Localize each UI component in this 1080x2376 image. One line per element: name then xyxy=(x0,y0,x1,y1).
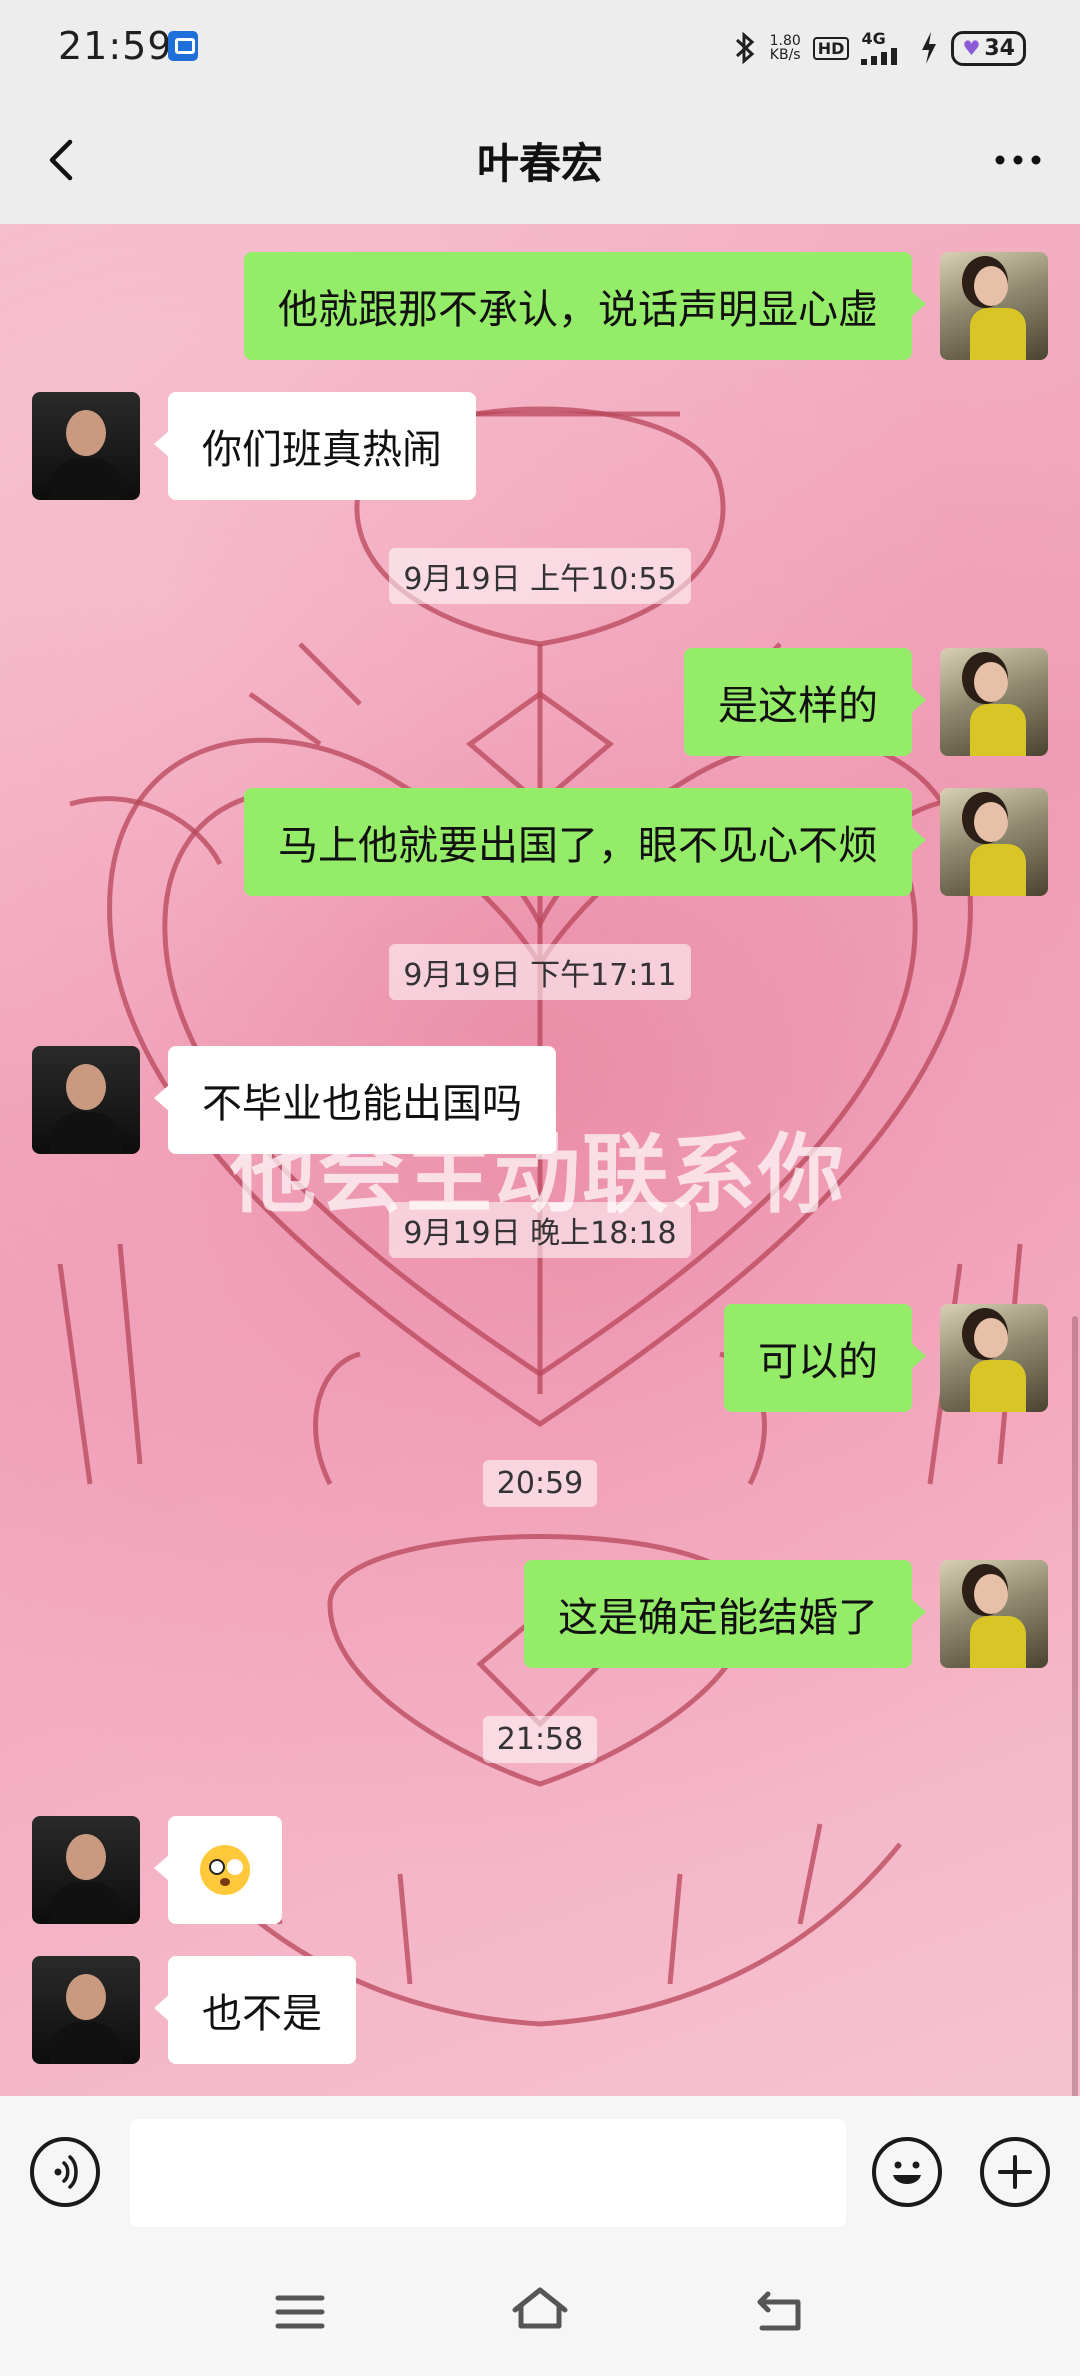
message-row: 可以的 xyxy=(0,1304,1080,1412)
bluetooth-icon xyxy=(735,31,754,65)
net-speed-value: 1.80 xyxy=(769,33,801,49)
message-row: 不毕业也能出国吗 xyxy=(0,1046,1080,1154)
voice-button[interactable] xyxy=(30,2137,100,2207)
chat-scrollbar[interactable] xyxy=(1072,1316,1078,2096)
contact-avatar[interactable] xyxy=(32,392,140,500)
timestamp-label: 20:59 xyxy=(482,1460,598,1507)
message-row: 他就跟那不承认，说话声明显心虚 xyxy=(0,252,1080,360)
hd-icon: HD xyxy=(812,36,850,60)
plus-button[interactable] xyxy=(980,2137,1050,2207)
message-row xyxy=(0,1816,1080,1924)
status-icons: 1.80 KB/s HD 4G ♥ 34 xyxy=(732,24,1026,72)
message-bubble-outgoing[interactable]: 马上他就要出国了，眼不见心不烦 xyxy=(244,788,926,896)
system-nav-bar xyxy=(0,2256,1080,2376)
my-avatar[interactable] xyxy=(940,252,1048,360)
home-icon[interactable] xyxy=(507,2280,573,2340)
chat-area[interactable]: 他会主动联系你 他就跟那不承认，说话声明显心虚 你们班真热闹 9月19日 上午1… xyxy=(0,224,1080,2096)
timestamp: 9月19日 下午17:11 xyxy=(0,944,1080,1000)
message-row: 是这样的 xyxy=(0,648,1080,756)
message-bubble-outgoing[interactable]: 是这样的 xyxy=(684,648,926,756)
timestamp: 9月19日 上午10:55 xyxy=(0,548,1080,604)
battery-level: 34 xyxy=(984,35,1015,61)
message-row: 马上他就要出国了，眼不见心不烦 xyxy=(0,788,1080,896)
net-speed: 1.80 KB/s xyxy=(770,34,801,62)
message-row: 这是确定能结婚了 xyxy=(0,1560,1080,1668)
contact-avatar[interactable] xyxy=(32,1816,140,1924)
message-row: 你们班真热闹 xyxy=(0,392,1080,500)
network-type: 4G xyxy=(861,29,886,48)
battery-icon: ♥ 34 xyxy=(951,30,1026,66)
menu-icon[interactable] xyxy=(270,2282,330,2342)
timestamp-label: 9月19日 下午17:11 xyxy=(389,944,691,1000)
my-avatar[interactable] xyxy=(940,1560,1048,1668)
input-bar xyxy=(0,2096,1080,2256)
net-speed-unit: KB/s xyxy=(769,47,801,63)
contact-avatar[interactable] xyxy=(32,1046,140,1154)
back-icon[interactable] xyxy=(750,2282,810,2342)
more-options-button[interactable] xyxy=(986,128,1050,192)
message-bubble-outgoing[interactable]: 可以的 xyxy=(724,1304,926,1412)
timestamp: 21:58 xyxy=(0,1716,1080,1763)
app-notification-icon xyxy=(168,31,198,61)
timestamp-label: 9月19日 上午10:55 xyxy=(389,548,691,604)
timestamp: 20:59 xyxy=(0,1460,1080,1507)
plus-icon xyxy=(998,2155,1032,2189)
my-avatar[interactable] xyxy=(940,648,1048,756)
status-time: 21:59 xyxy=(58,24,173,68)
heart-icon: ♥ xyxy=(962,36,981,60)
status-bar: 21:59 1.80 KB/s HD 4G ♥ 34 xyxy=(0,0,1080,96)
timestamp: 9月19日 晚上18:18 xyxy=(0,1202,1080,1258)
message-bubble-outgoing[interactable]: 他就跟那不承认，说话声明显心虚 xyxy=(244,252,926,360)
message-input[interactable] xyxy=(130,2119,846,2227)
emoji-button[interactable] xyxy=(872,2137,942,2207)
chat-header: 叶春宏 xyxy=(0,96,1080,224)
my-avatar[interactable] xyxy=(940,788,1048,896)
contact-avatar[interactable] xyxy=(32,1956,140,2064)
message-bubble-incoming[interactable] xyxy=(154,1816,282,1924)
timestamp-label: 9月19日 晚上18:18 xyxy=(389,1202,691,1258)
voice-icon xyxy=(54,2155,78,2189)
smiley-icon xyxy=(893,2161,921,2184)
message-row: 也不是 xyxy=(0,1956,1080,2064)
timestamp-label: 21:58 xyxy=(482,1716,598,1763)
message-bubble-outgoing[interactable]: 这是确定能结婚了 xyxy=(524,1560,926,1668)
message-bubble-incoming[interactable]: 也不是 xyxy=(154,1956,356,2064)
signal-icon: 4G xyxy=(861,31,907,65)
chat-title: 叶春宏 xyxy=(476,139,603,188)
flushed-emoji-icon xyxy=(200,1845,250,1895)
charging-icon xyxy=(922,32,937,64)
message-bubble-incoming[interactable]: 不毕业也能出国吗 xyxy=(154,1046,556,1154)
my-avatar[interactable] xyxy=(940,1304,1048,1412)
message-bubble-incoming[interactable]: 你们班真热闹 xyxy=(154,392,476,500)
